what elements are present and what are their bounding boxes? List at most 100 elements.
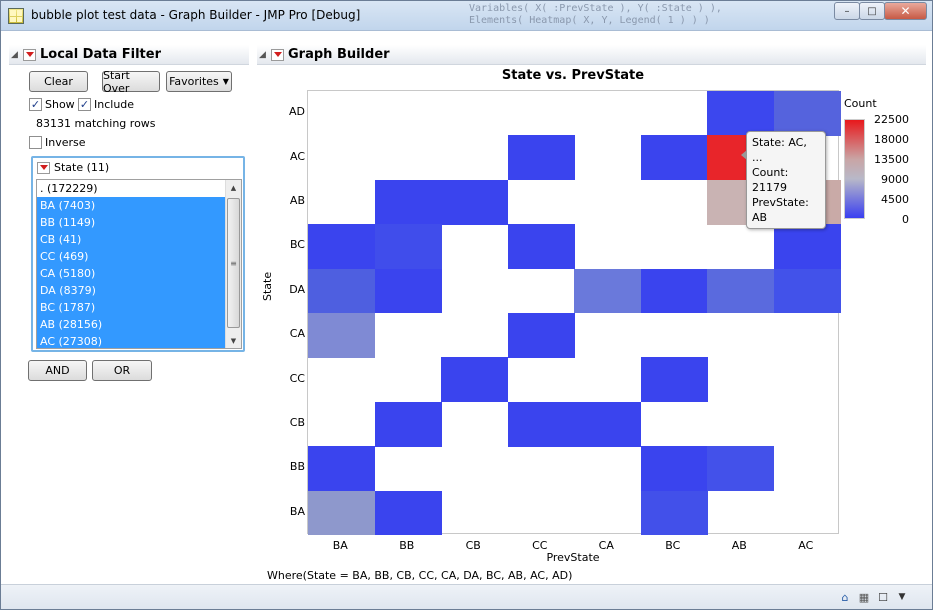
y-tick-label: DA	[289, 282, 305, 296]
heatmap-cell-CB-CA[interactable]	[574, 401, 641, 447]
minimize-button[interactable]: –	[834, 2, 860, 20]
include-label: Include	[94, 98, 135, 111]
heatmap-cell-AB-CB[interactable]	[441, 179, 508, 225]
heatmap-cell-CB-BB[interactable]	[374, 401, 442, 447]
heatmap-cell-DA-AC[interactable]	[773, 268, 841, 314]
legend-tick-label: 0	[902, 213, 909, 226]
heatmap-cell-DA-BC[interactable]	[640, 268, 708, 314]
where-clause: Where(State = BA, BB, CB, CC, CA, DA, BC…	[267, 569, 573, 582]
maximize-button[interactable]: □	[859, 2, 885, 20]
checkbox-icon[interactable]: ☐	[875, 589, 891, 605]
heatmap-cell-CA-CC[interactable]	[507, 313, 575, 358]
state-list-item[interactable]: CA (5180)	[37, 265, 226, 282]
heatmap-cell-BB-BC[interactable]	[640, 446, 708, 492]
legend-tick-label: 22500	[874, 113, 909, 126]
y-tick-label: CB	[289, 416, 305, 429]
heatmap-cell-AD-AC[interactable]	[773, 91, 841, 136]
heatmap-cell-AD-AB[interactable]	[707, 91, 774, 136]
state-filter-title: State (11)	[54, 161, 110, 174]
state-list-item[interactable]: CC (469)	[37, 248, 226, 265]
include-checkbox[interactable]: ✓ Include	[78, 98, 134, 111]
heatmap-cell-BC-BA[interactable]	[308, 224, 375, 270]
heatmap-cell-BC-BB[interactable]	[374, 224, 442, 270]
heatmap-cell-DA-AB[interactable]	[707, 268, 774, 314]
clear-button[interactable]: Clear	[29, 71, 88, 92]
dropdown-arrow-icon: ▼	[222, 77, 229, 86]
title-bar: bubble plot test data - Graph Builder - …	[1, 1, 932, 31]
y-tick-label: BC	[289, 238, 305, 252]
matching-rows-text: 83131 matching rows	[36, 117, 156, 130]
heatmap-cell-AC-BC[interactable]	[640, 135, 708, 181]
local-data-filter-header: ◢ Local Data Filter	[9, 45, 249, 65]
state-red-triangle-icon[interactable]	[37, 161, 50, 174]
graph-builder-header: ◢ Graph Builder	[257, 45, 926, 65]
heatmap-cell-CC-CB[interactable]	[441, 357, 508, 403]
include-check-icon: ✓	[78, 98, 91, 111]
hover-tooltip: State: AC, ... Count: 21179 PrevState: A…	[741, 131, 826, 229]
and-button[interactable]: AND	[28, 360, 87, 381]
status-bar: ⌂ ▦ ☐ ▼	[1, 584, 932, 609]
heatmap-cell-BC-AC[interactable]	[773, 224, 841, 270]
inverse-label: Inverse	[45, 136, 86, 149]
heatmap-cell-DA-CA[interactable]	[574, 268, 641, 314]
scroll-up-icon[interactable]: ▲	[226, 180, 241, 195]
state-listbox[interactable]: . (172229) BA (7403) BB (1149) CB (41) CC (4…	[36, 179, 242, 349]
collapse-triangle-icon[interactable]: ◢	[11, 50, 23, 60]
tooltip-count: Count: 21179	[752, 166, 789, 194]
heatmap-cell-CB-CC[interactable]	[507, 401, 575, 447]
heatmap-cell-BA-BA[interactable]	[308, 490, 375, 536]
start-over-button[interactable]: Start Over	[102, 69, 160, 95]
legend-tick-label: 9000	[881, 173, 909, 186]
inverse-checkbox[interactable]: Inverse	[29, 136, 86, 149]
y-tick-label: AD	[289, 105, 305, 119]
heatmap-cell-CA-BA[interactable]	[308, 313, 375, 358]
show-checkbox[interactable]: ✓ Show	[29, 98, 75, 111]
state-list-item[interactable]: BA (7403)	[37, 197, 226, 214]
listbox-scrollbar[interactable]: ▲ ≡ ▼	[225, 180, 241, 348]
favorites-label: Favorites	[169, 75, 219, 88]
heatmap-cell-AC-CC[interactable]	[507, 135, 575, 181]
y-tick-label: AC	[289, 149, 305, 163]
state-filter-header: State (11)	[37, 161, 109, 174]
graph-builder-title: Graph Builder	[288, 47, 390, 62]
show-check-icon: ✓	[29, 98, 42, 111]
y-axis-title[interactable]: State	[261, 241, 274, 301]
dropdown-icon[interactable]: ▼	[894, 589, 910, 605]
state-list-item[interactable]: . (172229)	[37, 180, 226, 197]
state-list-item[interactable]: BC (1787)	[37, 299, 226, 316]
heatmap-cell-BA-BC[interactable]	[640, 490, 708, 536]
y-tick-label: CA	[289, 327, 305, 341]
close-button[interactable]: ✕	[884, 2, 927, 20]
favorites-button[interactable]: Favorites ▼	[166, 71, 232, 92]
scroll-down-icon[interactable]: ▼	[226, 333, 241, 348]
heatmap-cell-DA-BA[interactable]	[308, 268, 375, 314]
or-button[interactable]: OR	[92, 360, 152, 381]
legend-title: Count	[844, 97, 877, 110]
heatmap-cell-AB-BB[interactable]	[374, 179, 442, 225]
heatmap-cell-BB-BA[interactable]	[308, 446, 375, 492]
state-list-item[interactable]: DA (8379)	[37, 282, 226, 299]
legend-tick-label: 13500	[874, 153, 909, 166]
inverse-box	[29, 136, 42, 149]
scroll-thumb[interactable]: ≡	[227, 198, 240, 328]
y-tick-label: AB	[289, 194, 305, 207]
window-title: bubble plot test data - Graph Builder - …	[31, 8, 361, 22]
state-list-item[interactable]: AB (28156)	[37, 316, 226, 333]
collapse-triangle-icon[interactable]: ◢	[259, 50, 271, 60]
show-label: Show	[45, 98, 75, 111]
y-tick-label: CC	[289, 371, 305, 385]
heatmap-cell-CC-BC[interactable]	[640, 357, 708, 403]
heatmap-cell-BC-CC[interactable]	[507, 224, 575, 270]
heatmap-cell-DA-BB[interactable]	[374, 268, 442, 314]
red-triangle-menu-icon[interactable]	[23, 48, 36, 61]
state-list-item[interactable]: BB (1149)	[37, 214, 226, 231]
red-triangle-menu-icon[interactable]	[271, 48, 284, 61]
state-list-item[interactable]: AC (27308)	[37, 333, 226, 348]
heatmap-cell-BB-AB[interactable]	[707, 446, 774, 492]
tooltip-prevstate: PrevState: AB	[752, 196, 809, 224]
heatmap-cell-BA-BB[interactable]	[374, 490, 442, 536]
state-list-item[interactable]: CB (41)	[37, 231, 226, 248]
home-icon[interactable]: ⌂	[837, 589, 853, 605]
x-axis-title[interactable]: PrevState	[307, 551, 839, 564]
table-icon[interactable]: ▦	[856, 589, 872, 605]
